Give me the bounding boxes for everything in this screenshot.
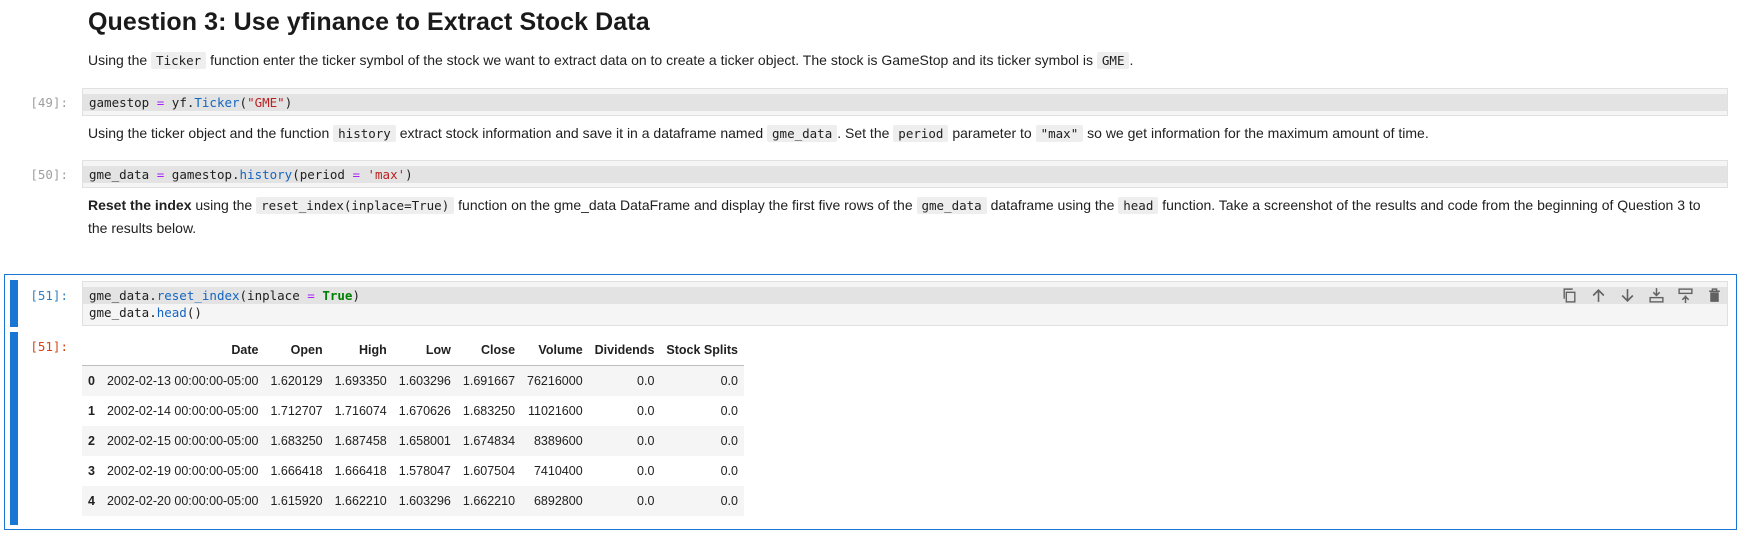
markdown-paragraph-history: Using the ticker object and the function…	[88, 125, 1429, 142]
table-cell: 1.691667	[462, 374, 516, 388]
input-prompt: [51]:	[30, 288, 68, 303]
table-cell: 2002-02-15 00:00:00-05:00	[106, 434, 259, 448]
code-cell-editor[interactable]: gamestop = yf.Ticker("GME")	[82, 88, 1728, 116]
inline-code: Ticker	[151, 52, 207, 69]
move-down-icon[interactable]	[1618, 286, 1637, 305]
column-header: Low	[392, 335, 457, 366]
table-cell: 2002-02-13 00:00:00-05:00	[106, 374, 259, 388]
table-cell: 1.693350	[334, 374, 387, 388]
table-cell: 1.666418	[334, 464, 387, 478]
insert-above-icon[interactable]	[1647, 286, 1666, 305]
column-header	[82, 335, 101, 366]
column-header: Open	[264, 335, 329, 366]
inline-code: head	[1118, 197, 1159, 214]
delete-icon[interactable]	[1705, 286, 1724, 305]
code-line: gme_data.reset_index(inplace = True)	[83, 287, 1727, 304]
table-cell: 1.620129	[270, 374, 323, 388]
table-cell: 0.0	[720, 494, 738, 508]
table-cell: 1.687458	[334, 434, 387, 448]
output-collapser[interactable]	[10, 332, 18, 525]
table-cell: 0.0	[720, 434, 738, 448]
table-cell: 0.0	[720, 374, 738, 388]
table-cell: 0.0	[637, 494, 655, 508]
table-cell: 2002-02-19 00:00:00-05:00	[106, 464, 259, 478]
table-cell: 2002-02-14 00:00:00-05:00	[106, 404, 259, 418]
code-cell-editor[interactable]: gme_data.reset_index(inplace = True) gme…	[82, 281, 1728, 326]
question-heading: Question 3: Use yfinance to Extract Stoc…	[88, 8, 650, 36]
table-row: 0 2002-02-13 00:00:00-05:00 1.620129 1.6…	[82, 365, 744, 396]
table-cell: 1.666418	[270, 464, 323, 478]
column-header: Dividends	[588, 335, 661, 366]
inline-code: gme_data	[767, 125, 838, 142]
row-index: 0	[88, 374, 95, 388]
column-header: Close	[456, 335, 522, 366]
input-prompt: [50]:	[30, 167, 68, 182]
column-header: Date	[100, 335, 265, 366]
row-index: 2	[88, 434, 95, 448]
inline-code: gme_data	[916, 197, 987, 214]
table-row: 1 2002-02-14 00:00:00-05:00 1.712707 1.7…	[82, 396, 744, 426]
markdown-paragraph-ticker: Using the Ticker function enter the tick…	[88, 52, 1134, 69]
table-cell: 1.683250	[270, 434, 323, 448]
inline-code: history	[333, 125, 396, 142]
table-row: 2 2002-02-15 00:00:00-05:00 1.683250 1.6…	[82, 426, 744, 456]
move-up-icon[interactable]	[1589, 286, 1608, 305]
table-cell: 8389600	[533, 434, 583, 448]
code-line: gamestop = yf.Ticker("GME")	[83, 94, 1727, 111]
input-prompt: [49]:	[30, 95, 68, 110]
table-cell: 0.0	[637, 434, 655, 448]
table-row: 3 2002-02-19 00:00:00-05:00 1.666418 1.6…	[82, 456, 744, 486]
table-cell: 1.662210	[334, 494, 387, 508]
code-cell-editor[interactable]: gme_data = gamestop.history(period = 'ma…	[82, 160, 1728, 188]
table-cell: 1.670626	[398, 404, 451, 418]
table-cell: 1.662210	[462, 494, 516, 508]
inline-code: period	[893, 125, 949, 142]
table-row: 4 2002-02-20 00:00:00-05:00 1.615920 1.6…	[82, 486, 744, 516]
row-index: 1	[88, 404, 95, 418]
inline-code: "max"	[1035, 125, 1084, 142]
cell-toolbar	[1560, 286, 1724, 305]
row-index: 4	[88, 494, 95, 508]
table-cell: 6892800	[533, 494, 583, 508]
table-cell: 2002-02-20 00:00:00-05:00	[106, 494, 259, 508]
table-cell: 1.658001	[398, 434, 451, 448]
copy-icon[interactable]	[1560, 286, 1579, 305]
table-cell: 1.674834	[462, 434, 516, 448]
table-header-row: Date Open High Low Close Volume Dividend…	[82, 335, 744, 366]
table-cell: 0.0	[637, 404, 655, 418]
column-header: High	[328, 335, 393, 366]
table-cell: 1.716074	[334, 404, 387, 418]
table-cell: 1.683250	[462, 404, 516, 418]
output-prompt: [51]:	[30, 339, 68, 354]
column-header: Stock Splits	[660, 335, 744, 366]
table-cell: 1.615920	[270, 494, 323, 508]
table-cell: 1.607504	[462, 464, 516, 478]
column-header: Volume	[521, 335, 589, 366]
row-index: 3	[88, 464, 95, 478]
insert-below-icon[interactable]	[1676, 286, 1695, 305]
table-cell: 7410400	[533, 464, 583, 478]
table-cell: 0.0	[720, 464, 738, 478]
dataframe-table: Date Open High Low Close Volume Dividend…	[82, 335, 744, 516]
inline-code: GME	[1096, 52, 1130, 69]
table-cell: 11021600	[527, 404, 583, 418]
table-cell: 1.578047	[398, 464, 451, 478]
table-cell: 1.712707	[270, 404, 323, 418]
table-cell: 0.0	[720, 404, 738, 418]
inline-code: reset_index(inplace=True)	[256, 197, 455, 214]
table-cell: 0.0	[637, 374, 655, 388]
markdown-paragraph-reset-index: Reset the index using the reset_index(in…	[88, 197, 1701, 236]
table-cell: 1.603296	[398, 494, 451, 508]
code-line: gme_data.head()	[89, 305, 202, 320]
code-line: gme_data = gamestop.history(period = 'ma…	[83, 166, 1727, 183]
table-cell: 0.0	[637, 464, 655, 478]
table-cell: 1.603296	[398, 374, 451, 388]
table-cell: 76216000	[527, 374, 583, 388]
